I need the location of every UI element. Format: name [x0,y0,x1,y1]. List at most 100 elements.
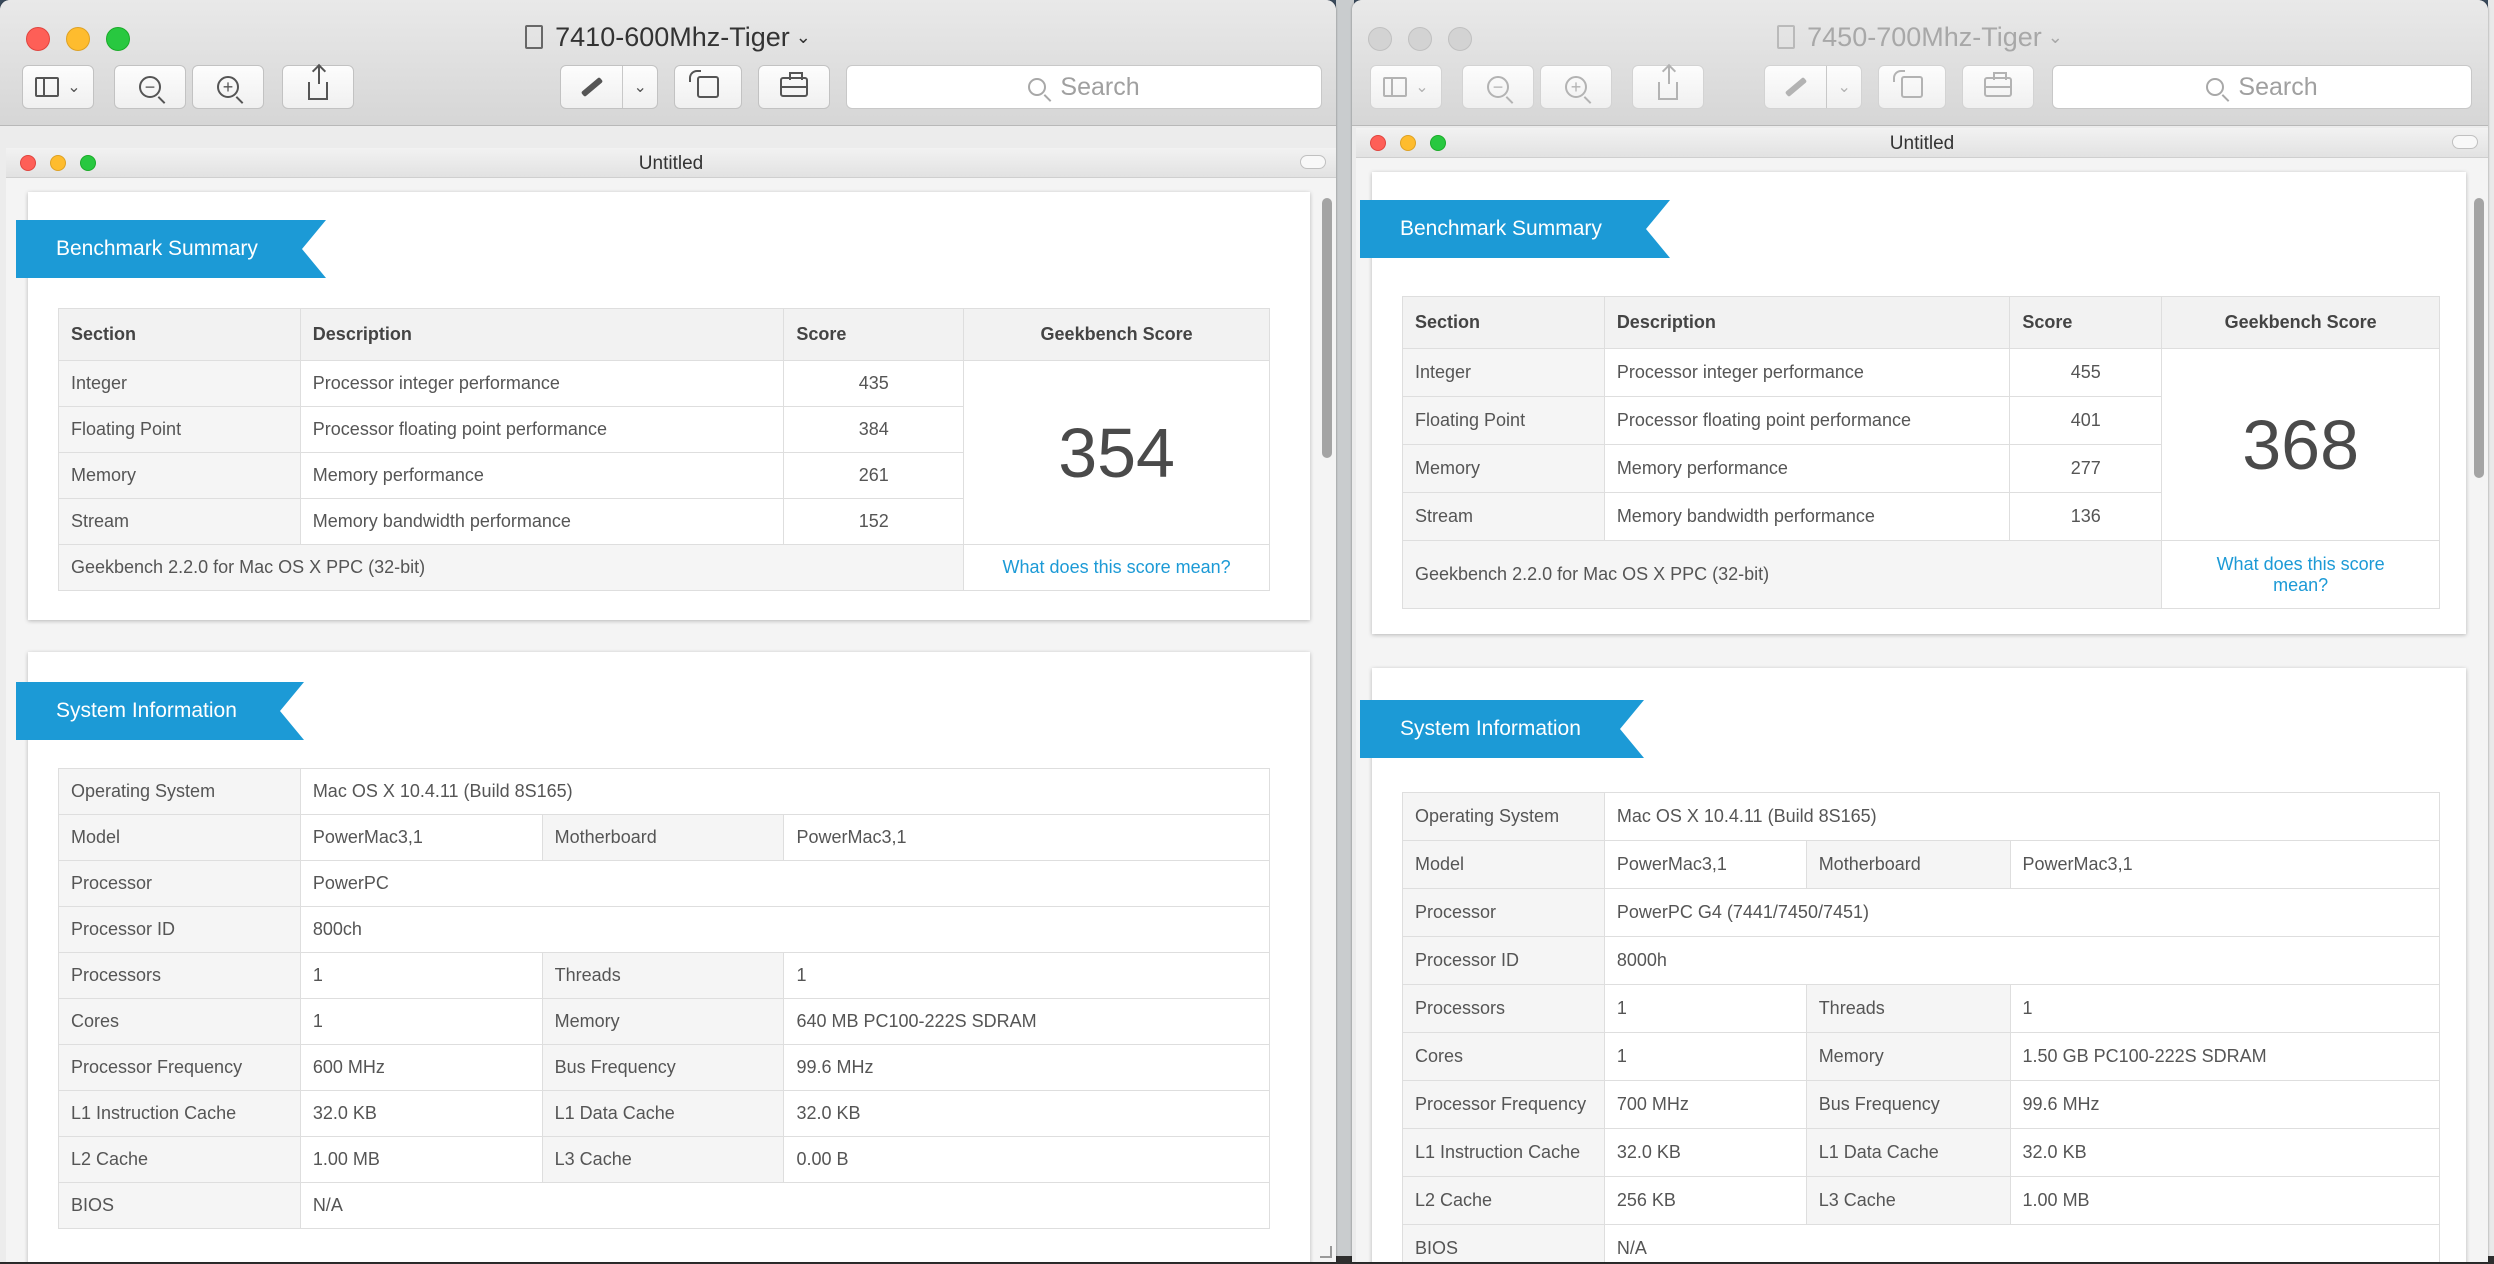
toolbar-toggle-pill[interactable] [2452,135,2478,149]
info-value: N/A [1603,1224,2441,1262]
score-meaning-link[interactable]: What does this score mean? [963,544,1270,591]
toolbox-button[interactable] [1962,65,2034,109]
zoom-in-button[interactable]: + [192,65,264,109]
info-value: PowerMac3,1 [1603,840,1807,889]
info-value: N/A [299,1182,1271,1229]
info-value: 1 [2009,984,2441,1033]
markup-button[interactable]: ⌄ [1764,65,1862,109]
info-label: Operating System [1402,792,1605,841]
vertical-scrollbar[interactable] [2474,198,2484,478]
info-label: L2 Cache [1402,1176,1605,1225]
zoom-out-icon: − [1487,76,1509,98]
vertical-scrollbar[interactable] [1322,198,1332,458]
score-cell: 401 [2009,396,2163,445]
zoom-out-icon: − [139,76,161,98]
share-icon [1658,66,1678,100]
table-row: Integer Processor integer performance 45… [1402,348,2440,541]
zoom-out-button[interactable]: − [114,65,186,109]
sidebar-toggle-button[interactable]: ⌄ [22,65,94,109]
table-row: Operating System Mac OS X 10.4.11 (Build… [58,768,1271,815]
description-cell: Processor integer performance [299,360,785,407]
description-cell: Processor integer performance [1603,348,2011,397]
markup-button[interactable]: ⌄ [560,65,658,109]
info-value: PowerPC G4 (7441/7450/7451) [1603,888,2441,937]
info-value: PowerMac3,1 [2009,840,2441,889]
toolbar-toggle-pill[interactable] [1300,155,1326,169]
info-label: Bus Frequency [1805,1080,2011,1129]
section-cell: Memory [1402,444,1605,493]
rotate-button[interactable] [674,65,742,109]
table-row: Operating System Mac OS X 10.4.11 (Build… [1402,792,2441,841]
search-input[interactable]: Search [846,65,1322,109]
info-value: 1 [299,998,543,1045]
preview-window-right: 7450-700Mhz-Tiger ⌄ ⌄ − + ⌄ Search Untit… [1352,0,2488,1262]
info-value: 1 [299,952,543,999]
column-header: Description [299,308,785,361]
table-row: Processors 1 Threads 1 [58,952,1270,999]
table-footer-row: Geekbench 2.2.0 for Mac OS X PPC (32-bit… [57,544,1270,591]
window-title[interactable]: 7410-600Mhz-Tiger ⌄ [0,22,1336,53]
info-value: 256 KB [1603,1176,1807,1225]
info-label: Cores [1402,1032,1605,1081]
chevron-down-icon: ⌄ [2047,27,2063,47]
info-label: Motherboard [541,814,785,861]
share-button[interactable] [282,65,354,109]
column-header: Geekbench Score [2161,296,2440,349]
toolbox-icon [1984,72,2012,97]
info-label: Cores [58,998,301,1045]
rotate-button[interactable] [1878,65,1946,109]
info-label: Threads [541,952,785,999]
info-value: 1.00 MB [299,1136,543,1183]
zoom-out-button[interactable]: − [1462,65,1534,109]
section-cell: Floating Point [1402,396,1605,445]
info-label: L1 Data Cache [541,1090,785,1137]
pen-icon [580,76,603,98]
share-button[interactable] [1632,65,1704,109]
info-label: L2 Cache [58,1136,301,1183]
score-meaning-link[interactable]: What does this score mean? [2161,540,2440,609]
document-icon [525,25,544,49]
description-cell: Memory bandwidth performance [1603,492,2011,541]
toolbox-button[interactable] [758,65,830,109]
info-label: L1 Data Cache [1805,1128,2011,1177]
info-label: Processors [58,952,301,999]
search-placeholder: Search [1060,72,1140,101]
window-title-text: 7450-700Mhz-Tiger [1807,22,2042,52]
info-label: Processor [58,860,301,907]
window-titlebar: 7410-600Mhz-Tiger ⌄ ⌄ − + ⌄ Search [0,0,1336,126]
info-label: L3 Cache [541,1136,785,1183]
info-label: Processor Frequency [1402,1080,1605,1129]
table-row: Processor PowerPC [58,860,1271,907]
document-titlebar: Untitled [1356,128,2488,158]
score-cell: 435 [783,360,965,407]
info-value: 32.0 KB [783,1090,1270,1137]
sidebar-toggle-button[interactable]: ⌄ [1370,65,1442,109]
info-value: 1 [1603,984,1807,1033]
document-title: Untitled [1889,133,1955,154]
zoom-in-button[interactable]: + [1540,65,1612,109]
window-title-text: 7410-600Mhz-Tiger [555,22,790,52]
window-title[interactable]: 7450-700Mhz-Tiger ⌄ [1352,22,2488,53]
benchmark-summary-card: Benchmark Summary Section Description Sc… [28,192,1310,620]
info-label: Operating System [58,768,301,815]
zoom-in-icon: + [217,76,239,98]
zoom-in-icon: + [1565,76,1587,98]
info-label: Processors [1402,984,1605,1033]
score-cell: 136 [2009,492,2163,541]
section-cell: Integer [58,360,301,407]
system-information-card: System Information Operating System Mac … [28,652,1310,1262]
description-cell: Processor floating point performance [1603,396,2011,445]
document-title: Untitled [638,153,704,174]
info-label: Model [58,814,301,861]
document-window: Untitled Benchmark Summary Section Descr… [1356,128,2488,1262]
system-information-table: Operating System Mac OS X 10.4.11 (Build… [58,768,1271,1229]
system-information-heading: System Information [16,682,304,740]
geekbench-version: Geekbench 2.2.0 for Mac OS X PPC (32-bit… [1401,540,2163,609]
resize-handle[interactable] [1320,1246,1332,1258]
document-titlebar: Untitled [6,148,1336,178]
info-value: 0.00 B [783,1136,1270,1183]
info-label: L1 Instruction Cache [58,1090,301,1137]
search-input[interactable]: Search [2052,65,2472,109]
info-label: Processor Frequency [58,1044,301,1091]
info-value: PowerPC [299,860,1271,907]
